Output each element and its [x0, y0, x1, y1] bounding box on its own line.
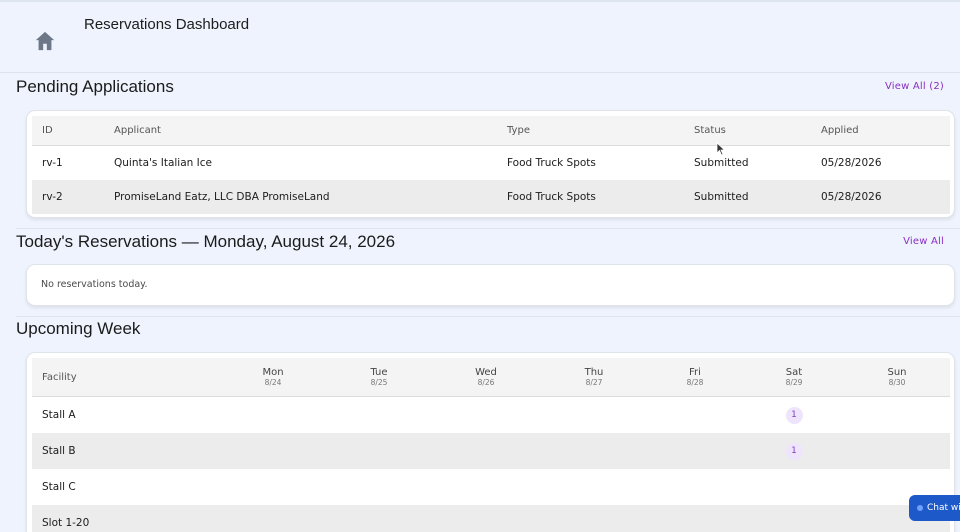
- day-name: Thu: [584, 366, 604, 378]
- column-header-type[interactable]: Type: [507, 116, 530, 145]
- chat-status-dot-icon: [917, 505, 923, 511]
- day-name: Wed: [475, 366, 497, 378]
- facility-name: Stall A: [42, 409, 76, 421]
- upcoming-week-title: Upcoming Week: [16, 319, 141, 338]
- application-type: Food Truck Spots: [507, 157, 596, 169]
- applicant-name: Quinta's Italian Ice: [114, 157, 212, 169]
- facility-row: Stall B 1: [32, 433, 950, 469]
- week-header-row: Facility Mon 8/24 Tue 8/25 Wed 8/26 Thu 8/27…: [32, 358, 950, 397]
- day-date: 8/30: [888, 377, 906, 387]
- chat-button[interactable]: Chat wit: [909, 495, 960, 521]
- facility-row: Stall A 1: [32, 397, 950, 433]
- day-header-fri: Fri 8/28: [655, 358, 735, 396]
- facility-name: Slot 1-20: [42, 517, 90, 529]
- home-icon[interactable]: [34, 30, 56, 52]
- day-date: 8/24: [264, 377, 282, 387]
- day-header-thu: Thu 8/27: [554, 358, 634, 396]
- day-name: Tue: [370, 366, 388, 378]
- column-header-applicant[interactable]: Applicant: [114, 116, 161, 145]
- day-name: Mon: [262, 366, 284, 378]
- day-date: 8/27: [585, 377, 603, 387]
- applicant-name: PromiseLand Eatz, LLC DBA PromiseLand: [114, 191, 330, 203]
- table-row[interactable]: rv-1 Quinta's Italian Ice Food Truck Spo…: [32, 146, 950, 180]
- section-divider: [16, 316, 960, 317]
- section-divider: [16, 228, 960, 229]
- applied-date: 05/28/2026: [821, 157, 882, 169]
- day-date: 8/29: [785, 377, 803, 387]
- day-cell-sat: 1: [754, 433, 834, 469]
- view-all-applications-link[interactable]: View All (2): [885, 81, 944, 92]
- column-header-facility: Facility: [42, 371, 77, 383]
- column-header-applied[interactable]: Applied: [821, 116, 859, 145]
- column-header-id[interactable]: ID: [42, 116, 53, 145]
- day-header-sat: Sat 8/29: [754, 358, 834, 396]
- day-header-sun: Sun 8/30: [857, 358, 937, 396]
- application-type: Food Truck Spots: [507, 191, 596, 203]
- day-header-tue: Tue 8/25: [339, 358, 419, 396]
- day-name: Sat: [785, 366, 803, 378]
- page-header: Reservations Dashboard: [0, 2, 960, 73]
- column-header-status[interactable]: Status: [694, 116, 726, 145]
- day-name: Sun: [887, 366, 907, 378]
- day-header-mon: Mon 8/24: [233, 358, 313, 396]
- facility-name: Stall B: [42, 445, 76, 457]
- pending-applications-card: ID Applicant Type Status Applied rv-1 Qu…: [26, 110, 955, 218]
- application-id-link[interactable]: rv-2: [42, 180, 63, 214]
- day-name: Fri: [689, 366, 701, 378]
- upcoming-week-card: Facility Mon 8/24 Tue 8/25 Wed 8/26 Thu 8/27…: [26, 352, 955, 532]
- application-id[interactable]: rv-1: [42, 146, 63, 180]
- day-cell-sat: 1: [754, 397, 834, 433]
- day-date: 8/25: [370, 377, 388, 387]
- empty-reservations-message: No reservations today.: [41, 279, 148, 290]
- day-date: 8/26: [477, 377, 495, 387]
- facility-row: Slot 1-20: [32, 505, 950, 532]
- table-row[interactable]: rv-2 PromiseLand Eatz, LLC DBA PromiseLa…: [32, 180, 950, 214]
- chat-button-label: Chat wit: [927, 503, 960, 513]
- facility-row: Stall C: [32, 469, 950, 505]
- applied-date: 05/28/2026: [821, 191, 882, 203]
- page-title: Reservations Dashboard: [84, 16, 250, 33]
- day-header-wed: Wed 8/26: [446, 358, 526, 396]
- facility-name: Stall C: [42, 481, 76, 493]
- upcoming-week-table: Facility Mon 8/24 Tue 8/25 Wed 8/26 Thu 8/27…: [32, 358, 950, 532]
- table-header-row: ID Applicant Type Status Applied: [32, 116, 950, 146]
- todays-reservations-title: Today's Reservations — Monday, August 24…: [16, 232, 396, 251]
- reservation-count-badge[interactable]: 1: [785, 406, 803, 424]
- pending-applications-table: ID Applicant Type Status Applied rv-1 Qu…: [32, 116, 950, 214]
- pending-applications-title: Pending Applications: [16, 77, 174, 96]
- view-all-reservations-link[interactable]: View All: [903, 236, 944, 247]
- reservation-count-badge[interactable]: 1: [785, 442, 803, 460]
- application-status: Submitted: [694, 191, 749, 203]
- day-date: 8/28: [686, 377, 704, 387]
- todays-reservations-card: No reservations today.: [26, 264, 955, 306]
- mouse-cursor-icon: [716, 142, 726, 156]
